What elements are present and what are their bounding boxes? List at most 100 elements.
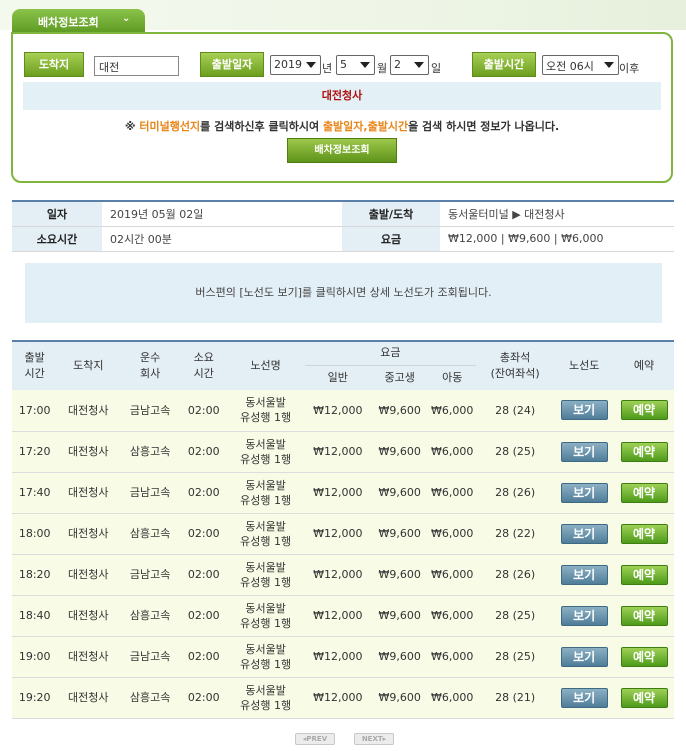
cell-duration: 02:00 — [181, 513, 227, 555]
cell-route-map: 보기 — [554, 636, 615, 678]
dropdown-arrow-icon — [360, 62, 370, 68]
month-unit: 월 — [377, 62, 388, 75]
reserve-button[interactable]: 예약 — [620, 482, 668, 503]
cell-seats: 28 (21) — [475, 677, 555, 719]
view-route-map-button[interactable]: 보기 — [560, 605, 608, 626]
reserve-button[interactable]: 예약 — [620, 646, 668, 667]
cell-destination: 대전청사 — [57, 677, 120, 719]
time-select[interactable]: 오전 06시 — [542, 55, 619, 75]
route-destination: 유성행 1행 — [240, 616, 292, 630]
cell-reserve: 예약 — [614, 677, 674, 719]
view-route-map-button[interactable]: 보기 — [560, 400, 608, 421]
summary-fare-value: ₩12,000 | ₩9,600 | ₩6,000 — [440, 226, 674, 252]
route-map-info: 버스편의 [노선도 보기]를 클릭하시면 상세 노선도가 조회됩니다. — [25, 263, 662, 323]
cell-fare-child: ₩6,000 — [428, 636, 476, 678]
cell-destination: 대전청사 — [57, 595, 120, 637]
cell-fare-adult: ₩12,000 — [304, 636, 371, 678]
view-route-map-button[interactable]: 보기 — [560, 441, 608, 462]
cell-route: 동서울발 유성행 1행 — [226, 554, 305, 596]
route-summary-table: 일자 2019년 05월 02일 출발/도착 동서울터미널 ▶ 대전청사 소요시… — [12, 200, 674, 252]
reserve-button[interactable]: 예약 — [620, 400, 668, 421]
year-select[interactable]: 2019 — [270, 55, 321, 75]
summary-duration-header: 소요시간 — [12, 226, 102, 252]
search-notice: ※ 터미널행선지를 검색하신후 클릭하시여 출발일자,출발시간을 검색 하시면 … — [13, 118, 671, 134]
cell-destination: 대전청사 — [57, 390, 120, 432]
cell-fare-child: ₩6,000 — [428, 390, 476, 432]
cell-depart-time: 17:40 — [12, 472, 58, 514]
reserve-button[interactable]: 예약 — [620, 687, 668, 708]
arrival-label: 도착지 — [24, 52, 84, 77]
schedule-table: 출발 시간 도착지 운수 회사 소요 시간 노선명 요금 총좌석 (잔여좌석) 노선도 … — [12, 340, 674, 719]
search-result-item[interactable]: 대전청사 — [23, 82, 661, 110]
day-value: 2 — [394, 58, 401, 71]
route-origin: 동서울발 — [245, 437, 286, 451]
cell-fare-adult: ₩12,000 — [304, 513, 371, 555]
view-route-map-button[interactable]: 보기 — [560, 482, 608, 503]
day-select[interactable]: 2 — [390, 55, 429, 75]
cell-route: 동서울발 유성행 1행 — [226, 595, 305, 637]
table-row: 17:40 대전청사 금남고속 02:00 동서울발 유성행 1행 ₩12,000 ₩9,60… — [12, 472, 674, 514]
header-fare-child: 아동 — [428, 365, 476, 390]
cell-depart-time: 18:40 — [12, 595, 58, 637]
cell-fare-child: ₩6,000 — [428, 677, 476, 719]
cell-destination: 대전청사 — [57, 554, 120, 596]
dropdown-arrow-icon — [604, 62, 614, 68]
cell-fare-student: ₩9,600 — [370, 554, 429, 596]
cell-fare-child: ₩6,000 — [428, 554, 476, 596]
cell-depart-time: 18:00 — [12, 513, 58, 555]
cell-company: 삼흥고속 — [119, 431, 182, 473]
header-route: 노선명 — [226, 341, 305, 390]
view-route-map-button[interactable]: 보기 — [560, 523, 608, 544]
search-tab[interactable]: 배차정보조회 ⌄ — [12, 9, 145, 33]
notice-prefix: ※ — [124, 120, 140, 133]
reserve-button[interactable]: 예약 — [620, 605, 668, 626]
route-destination: 유성행 1행 — [240, 657, 292, 671]
reserve-button[interactable]: 예약 — [620, 441, 668, 462]
cell-company: 삼흥고속 — [119, 513, 182, 555]
cell-route: 동서울발 유성행 1행 — [226, 677, 305, 719]
header-depart-time: 출발 시간 — [12, 341, 58, 390]
cell-reserve: 예약 — [614, 554, 674, 596]
reserve-button[interactable]: 예약 — [620, 523, 668, 544]
notice-text: 을 검색 하시면 정보가 나옵니다. — [408, 120, 560, 133]
month-select[interactable]: 5 — [336, 55, 375, 75]
header-duration: 소요 시간 — [181, 341, 227, 390]
view-route-map-button[interactable]: 보기 — [560, 564, 608, 585]
notice-text: 를 검색하신후 클릭하시여 — [200, 120, 323, 133]
cell-fare-child: ₩6,000 — [428, 431, 476, 473]
time-label: 출발시간 — [472, 52, 536, 77]
summary-duration-value: 02시간 00분 — [102, 226, 342, 252]
summary-date-value: 2019년 05월 02일 — [102, 201, 342, 227]
header-route-map: 노선도 — [554, 341, 615, 390]
table-row: 17:00 대전청사 금남고속 02:00 동서울발 유성행 1행 ₩12,000 ₩9,60… — [12, 390, 674, 432]
route-origin: 동서울발 — [245, 519, 286, 533]
cell-fare-student: ₩9,600 — [370, 390, 429, 432]
notice-highlight-terminal: 터미널행선지 — [139, 120, 201, 133]
route-destination: 유성행 1행 — [240, 493, 292, 507]
time-suffix: 이후 — [619, 62, 640, 75]
header-fare: 요금 — [304, 341, 476, 366]
next-page-button[interactable]: NEXT▸ — [354, 733, 394, 745]
cell-reserve: 예약 — [614, 636, 674, 678]
view-route-map-button[interactable]: 보기 — [560, 646, 608, 667]
year-value: 2019 — [274, 58, 302, 71]
cell-fare-student: ₩9,600 — [370, 636, 429, 678]
table-row: 19:20 대전청사 삼흥고속 02:00 동서울발 유성행 1행 ₩12,000 ₩9,60… — [12, 677, 674, 719]
notice-highlight-date: 출발일자,출발시간 — [322, 120, 409, 133]
cell-route: 동서울발 유성행 1행 — [226, 431, 305, 473]
cell-seats: 28 (25) — [475, 595, 555, 637]
summary-route-header: 출발/도착 — [342, 201, 440, 227]
prev-page-button[interactable]: ◂PREV — [295, 733, 335, 745]
month-value: 5 — [340, 58, 347, 71]
cell-company: 삼흥고속 — [119, 677, 182, 719]
header-reserve: 예약 — [614, 341, 674, 390]
dispatch-search-button[interactable]: 배차정보조회 — [287, 138, 397, 163]
cell-depart-time: 17:00 — [12, 390, 58, 432]
reserve-button[interactable]: 예약 — [620, 564, 668, 585]
arrival-input[interactable]: 대전 — [94, 56, 179, 76]
date-label: 출발일자 — [200, 52, 264, 77]
view-route-map-button[interactable]: 보기 — [560, 687, 608, 708]
summary-route-value: 동서울터미널 ▶ 대전청사 — [440, 201, 674, 227]
cell-duration: 02:00 — [181, 595, 227, 637]
cell-company: 금남고속 — [119, 472, 182, 514]
